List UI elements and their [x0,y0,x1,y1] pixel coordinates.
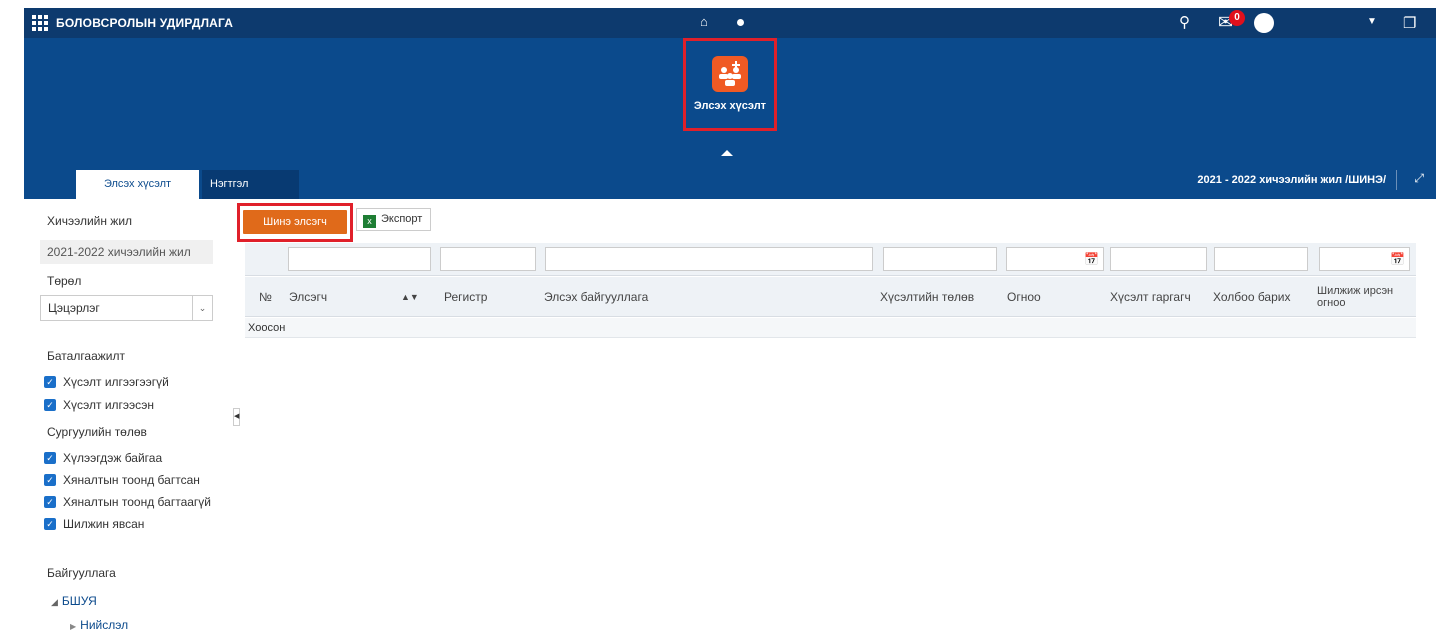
checkbox-label: Хүсэлт илгээсэн [63,398,155,412]
checkbox-checked-icon[interactable]: ✓ [44,518,56,530]
page-indicator-dot[interactable] [737,19,744,26]
column-header-number[interactable]: № [255,277,285,317]
checkbox-label: Хяналтын тоонд багтаагүй [63,495,211,509]
tree-node-label: Нийслэл [80,618,129,631]
column-header-requester[interactable]: Хүсэлт гаргагч [1106,277,1213,317]
school-year-label: 2021 - 2022 хичээлийн жил /ШИНЭ/ [1197,174,1386,186]
chevron-down-icon[interactable]: ⌄ [192,296,212,320]
launch-tile-label: Элсэх хүсэлт [693,100,767,112]
filter-panel: Хичээлийн жил 2021-2022 хичээлийн жил Тө… [34,199,224,631]
calendar-icon[interactable]: 📅 [1390,252,1405,266]
sort-icon[interactable]: ▲▼ [401,292,419,302]
column-header-applicant[interactable]: Элсэгч ▲▼ [285,277,435,317]
tab-strip: Элсэх хүсэлт Нэгтгэл 2021 - 2022 хичээли… [24,156,1436,199]
year-filter-label: Хичээлийн жил [47,214,133,228]
home-icon[interactable]: ⌂ [700,14,708,29]
empty-table-message: Хоосон [245,318,1416,338]
apps-grid-icon[interactable] [32,15,48,31]
column-header-contact[interactable]: Холбоо барих [1209,277,1316,317]
filter-input-contact[interactable] [1214,247,1308,271]
column-header-status[interactable]: Хүсэлтийн төлөв [876,277,1001,317]
year-filter-value[interactable]: 2021-2022 хичээлийн жил [40,240,213,264]
tree-node-label: БШУЯ [61,594,97,608]
column-header-date[interactable]: Огноо [1003,277,1108,317]
expand-icon[interactable]: ⤢ [1414,171,1424,186]
chevron-down-icon[interactable]: ▼ [1367,16,1377,27]
tab-admission-request[interactable]: Элсэх хүсэлт [76,170,199,199]
checkbox-label: Хяналтын тоонд багтсан [63,473,200,487]
requests-table: 📅 📅 № Элсэгч ▲▼ Регистр Элсэх байгууллаг… [245,243,1416,347]
table-filter-row: 📅 📅 [245,243,1416,276]
tree-node-child[interactable]: ▶ Нийслэл [70,618,128,631]
checkbox-label: Хүсэлт илгээгээгүй [63,375,169,389]
export-button-label: Экспорт [381,213,423,225]
users-add-icon [712,56,748,92]
checkbox-transferred[interactable]: ✓ Шилжин явсан [44,516,144,532]
cards-icon[interactable]: ❐ [1403,14,1416,32]
column-header-transfer-date[interactable]: Шилжиж ирсэн огноо [1313,277,1413,317]
checkbox-outside-quota[interactable]: ✓ Хяналтын тоонд багтаагүй [44,494,211,510]
checkbox-not-sent[interactable]: ✓ Хүсэлт илгээгээгүй [44,374,169,390]
column-header-register[interactable]: Регистр [440,277,540,317]
confirmation-label: Баталгаажилт [47,349,126,363]
type-select-value: Цэцэрлэг [48,301,100,315]
filter-input-transfer-date[interactable]: 📅 [1319,247,1410,271]
highlight-frame: Шинэ элсэгч [237,203,353,242]
checkbox-within-quota[interactable]: ✓ Хяналтын тоонд багтсан [44,472,200,488]
checkbox-checked-icon[interactable]: ✓ [44,474,56,486]
checkbox-checked-icon[interactable]: ✓ [44,376,56,388]
top-bar: БОЛОВСРОЛЫН УДИРДЛАГА ⌂ ⚲ ✉ 0 ▼ ❐ [24,8,1436,38]
checkbox-sent[interactable]: ✓ Хүсэлт илгээсэн [44,397,154,413]
column-header-label: Элсэгч [289,290,328,304]
checkbox-label: Шилжин явсан [63,517,145,531]
type-select[interactable]: Цэцэрлэг ⌄ [40,295,213,321]
search-icon[interactable]: ⚲ [1179,13,1190,31]
filter-input-register[interactable] [440,247,536,271]
filter-input-requester[interactable] [1110,247,1207,271]
tree-expanded-icon[interactable]: ◢ [51,597,58,607]
column-header-organization[interactable]: Элсэх байгууллага [540,277,880,317]
table-header-row: № Элсэгч ▲▼ Регистр Элсэх байгууллага Хү… [245,277,1416,317]
launchpad-banner: Элсэх хүсэлт [24,38,1436,156]
checkbox-label: Хүлээгдэж байгаа [63,451,163,465]
checkbox-checked-icon[interactable]: ✓ [44,452,56,464]
school-status-label: Сургуулийн төлөв [47,425,147,439]
filter-input-status[interactable] [883,247,997,271]
tree-collapsed-icon[interactable]: ▶ [70,622,76,631]
filter-input-applicant[interactable] [288,247,431,271]
panel-collapse-handle[interactable]: ◀ [233,408,240,426]
filter-input-date[interactable]: 📅 [1006,247,1104,271]
new-applicant-button[interactable]: Шинэ элсэгч [243,210,347,234]
avatar[interactable] [1254,13,1274,33]
type-filter-label: Төрөл [47,274,82,288]
tab-summary[interactable]: Нэгтгэл [202,170,299,199]
checkbox-waiting[interactable]: ✓ Хүлээгдэж байгаа [44,450,162,466]
tree-node-root[interactable]: ◢ БШУЯ [51,594,97,608]
notification-badge: 0 [1229,10,1245,26]
app-title: БОЛОВСРОЛЫН УДИРДЛАГА [56,16,234,30]
filter-input-organization[interactable] [545,247,873,271]
divider [1396,170,1397,190]
calendar-icon[interactable]: 📅 [1084,252,1099,266]
launch-tile-admission-request[interactable]: Элсэх хүсэлт [683,38,777,131]
checkbox-checked-icon[interactable]: ✓ [44,399,56,411]
organization-label: Байгууллага [47,566,116,580]
excel-icon: x [363,215,376,228]
export-button[interactable]: x Экспорт [356,208,431,231]
checkbox-checked-icon[interactable]: ✓ [44,496,56,508]
